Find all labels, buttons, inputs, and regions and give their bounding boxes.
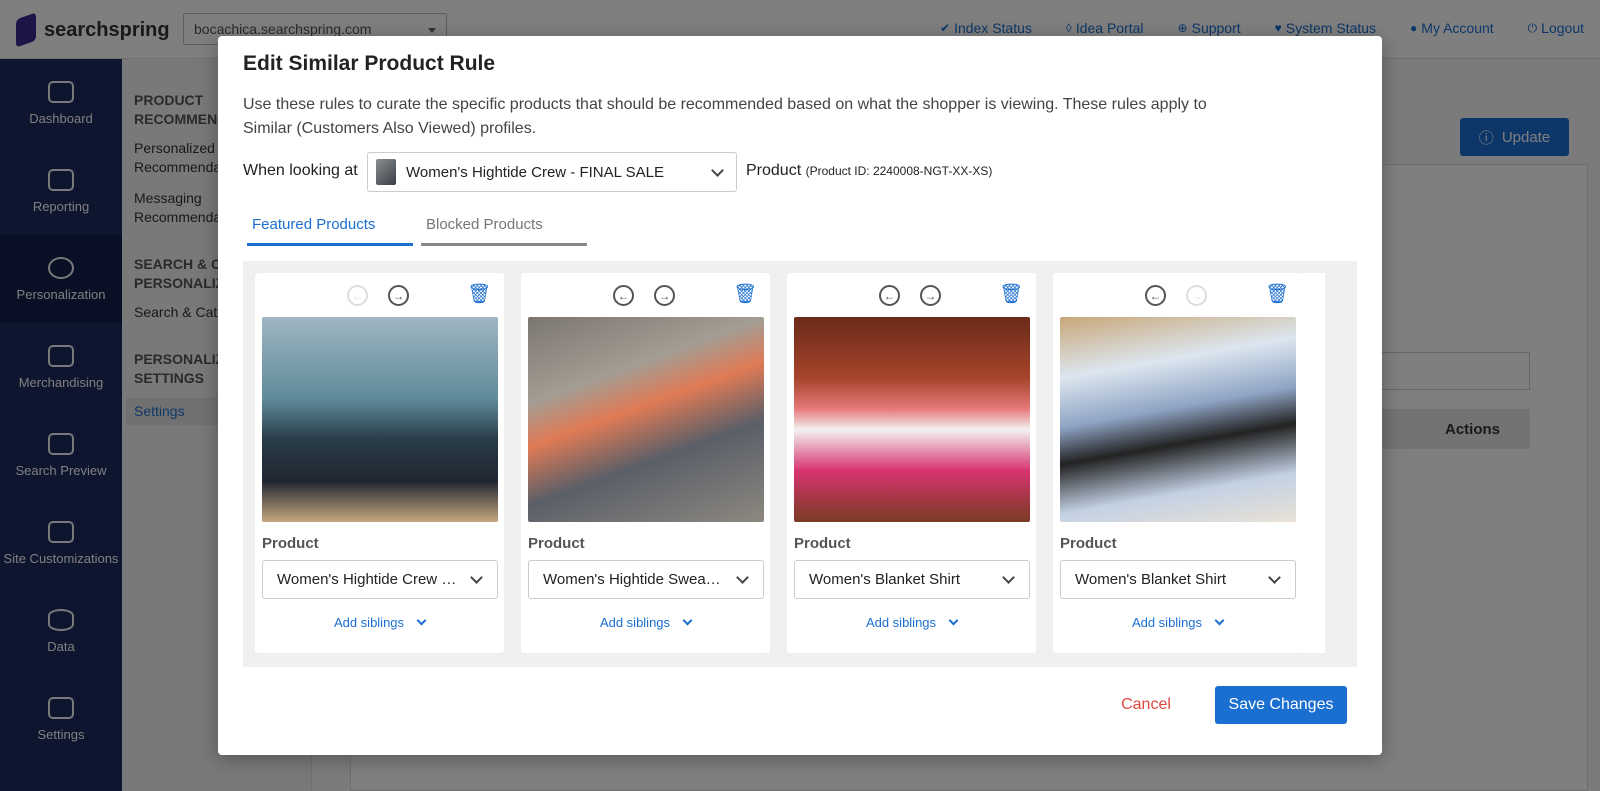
add-siblings-label: Add siblings [1131,615,1203,630]
move-left-icon[interactable]: ← [613,285,634,306]
chevron-down-icon [711,164,724,177]
product-image [528,317,764,522]
add-siblings-link[interactable]: Add siblings [255,615,504,630]
tab-featured-products[interactable]: Featured Products [247,206,413,246]
product-image [262,317,498,522]
edit-rule-modal: Edit Similar Product Rule Use these rule… [218,36,1382,755]
product-select-value: Women's Hightide Sweatpant [543,571,740,588]
product-select-value: Women's Blanket Shirt [1075,571,1226,588]
chevron-down-icon [1268,571,1281,584]
trash-icon[interactable]: 🗑 [999,285,1023,305]
add-siblings-link[interactable]: Add siblings [1053,615,1302,630]
add-siblings-label: Add siblings [865,615,937,630]
trash-icon[interactable]: 🗑 [733,285,757,305]
product-card: ← → 🗑 Product Women's Blanket Shirt Add … [1053,273,1302,653]
modal-title: Edit Similar Product Rule [243,52,496,75]
featured-products-carousel: ← → 🗑 Product Women's Hightide Crew - FI… [243,261,1357,667]
add-siblings-label: Add siblings [599,615,671,630]
product-id: (Product ID: 2240008-NGT-XX-XS) [805,164,993,178]
product-image [794,317,1030,522]
chevron-down-icon [416,615,427,626]
add-siblings-label: Add siblings [333,615,405,630]
product-select[interactable]: Women's Hightide Sweatpant [528,560,764,599]
move-left-icon[interactable]: ← [1145,285,1166,306]
product-thumbnail [376,159,396,185]
move-right-icon[interactable]: → [920,285,941,306]
product-label: Product [794,535,851,552]
cancel-button[interactable]: Cancel [1096,686,1196,724]
product-select[interactable]: Women's Blanket Shirt [1060,560,1296,599]
chevron-down-icon [948,615,959,626]
looking-at-product-value: Women's Hightide Crew - FINAL SALE [406,163,664,181]
product-label: Product [1060,535,1117,552]
product-card-next [1299,273,1325,653]
product-id-label: Product (Product ID: 2240008-NGT-XX-XS) [746,162,992,180]
product-card: ← → 🗑 Product Women's Hightide Sweatpant… [521,273,770,653]
product-label: Product [528,535,585,552]
product-select-value: Women's Hightide Crew - FINAL SALE [277,571,497,588]
move-left-icon: ← [347,285,368,306]
move-right-icon: → [1186,285,1207,306]
trash-icon[interactable]: 🗑 [1265,285,1289,305]
when-looking-label: When looking at [243,162,358,179]
tab-blocked-products[interactable]: Blocked Products [421,206,587,246]
product-select[interactable]: Women's Blanket Shirt [794,560,1030,599]
rule-tabs: Featured Products Blocked Products [247,206,587,246]
product-select-value: Women's Blanket Shirt [809,571,960,588]
product-select[interactable]: Women's Hightide Crew - FINAL SALE [262,560,498,599]
move-right-icon[interactable]: → [654,285,675,306]
chevron-down-icon [1214,615,1225,626]
add-siblings-link[interactable]: Add siblings [521,615,770,630]
move-left-icon[interactable]: ← [879,285,900,306]
product-label: Product [262,535,319,552]
looking-at-product-select[interactable]: Women's Hightide Crew - FINAL SALE [367,152,737,192]
product-card: ← → 🗑 Product Women's Hightide Crew - FI… [255,273,504,653]
product-card: ← → 🗑 Product Women's Blanket Shirt Add … [787,273,1036,653]
chevron-down-icon [682,615,693,626]
save-changes-button[interactable]: Save Changes [1215,686,1347,724]
add-siblings-link[interactable]: Add siblings [787,615,1036,630]
trash-icon[interactable]: 🗑 [467,285,491,305]
modal-description: Use these rules to curate the specific p… [243,96,1207,137]
move-right-icon[interactable]: → [388,285,409,306]
product-label: Product [746,162,802,179]
chevron-down-icon [1002,571,1015,584]
product-image [1060,317,1296,522]
